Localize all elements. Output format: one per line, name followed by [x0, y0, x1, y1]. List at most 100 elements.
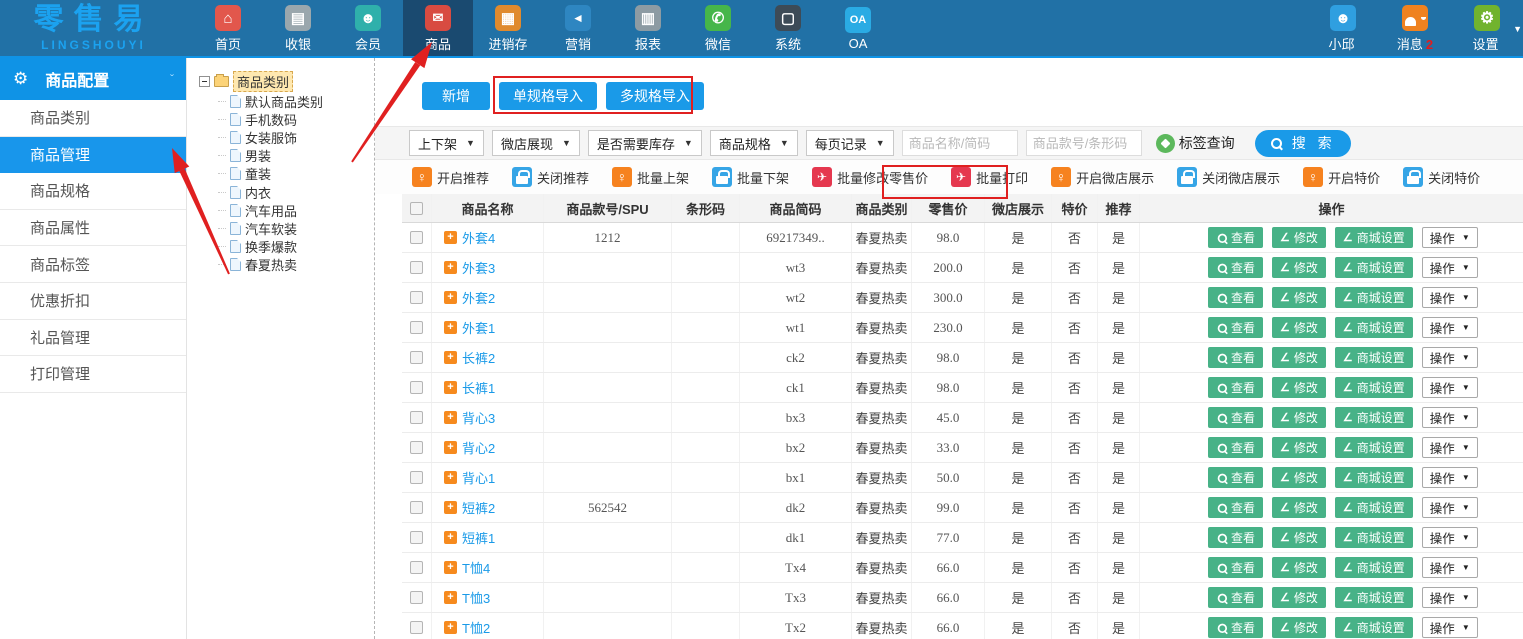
product-name-link[interactable]: 短裤2: [462, 498, 495, 517]
product-name-link[interactable]: 长裤1: [462, 378, 495, 397]
search-button[interactable]: 搜 索: [1255, 130, 1351, 157]
edit-button[interactable]: ∠修改: [1272, 347, 1326, 368]
mall-settings-button[interactable]: ∠商城设置: [1335, 257, 1413, 278]
product-name-link[interactable]: 背心3: [462, 408, 495, 427]
nav-item[interactable]: 报表: [613, 0, 683, 58]
view-button[interactable]: 查看: [1208, 467, 1263, 488]
logo[interactable]: 零售易 LINGSHOUYI: [0, 0, 187, 58]
tree-category-item[interactable]: 男装: [218, 147, 374, 165]
row-checkbox[interactable]: [410, 621, 423, 634]
nav-item[interactable]: OA: [823, 0, 893, 58]
nav-item[interactable]: 营销: [543, 0, 613, 58]
row-checkbox[interactable]: [410, 261, 423, 274]
expand-row-icon[interactable]: [444, 591, 457, 604]
primary-action-button[interactable]: 单规格导入: [499, 82, 597, 110]
mall-settings-button[interactable]: ∠商城设置: [1335, 587, 1413, 608]
mall-settings-button[interactable]: ∠商城设置: [1335, 317, 1413, 338]
row-checkbox[interactable]: [410, 291, 423, 304]
edit-button[interactable]: ∠修改: [1272, 257, 1326, 278]
expand-row-icon[interactable]: [444, 441, 457, 454]
row-checkbox[interactable]: [410, 471, 423, 484]
row-operations-dropdown[interactable]: 操作▼: [1422, 587, 1478, 608]
row-operations-dropdown[interactable]: 操作▼: [1422, 287, 1478, 308]
edit-button[interactable]: ∠修改: [1272, 557, 1326, 578]
row-operations-dropdown[interactable]: 操作▼: [1422, 347, 1478, 368]
view-button[interactable]: 查看: [1208, 407, 1263, 428]
product-name-link[interactable]: 背心2: [462, 438, 495, 457]
sidebar-header[interactable]: ⚙ 商品配置 ˇ: [0, 58, 186, 100]
tree-category-item[interactable]: 汽车软装: [218, 219, 374, 237]
nav-item[interactable]: 商品: [403, 0, 473, 58]
tree-category-item[interactable]: 换季爆款: [218, 238, 374, 256]
row-checkbox[interactable]: [410, 531, 423, 544]
tag-query-button[interactable]: 标签查询: [1156, 133, 1235, 153]
tree-root-label[interactable]: 商品类别: [233, 71, 293, 92]
expand-row-icon[interactable]: [444, 561, 457, 574]
view-button[interactable]: 查看: [1208, 437, 1263, 458]
edit-button[interactable]: ∠修改: [1272, 317, 1326, 338]
row-operations-dropdown[interactable]: 操作▼: [1422, 467, 1478, 488]
view-button[interactable]: 查看: [1208, 617, 1263, 638]
mall-settings-button[interactable]: ∠商城设置: [1335, 437, 1413, 458]
row-checkbox[interactable]: [410, 561, 423, 574]
product-name-link[interactable]: 背心1: [462, 468, 495, 487]
sidebar-menu-item[interactable]: 商品管理: [0, 137, 186, 174]
mall-settings-button[interactable]: ∠商城设置: [1335, 287, 1413, 308]
mall-settings-button[interactable]: ∠商城设置: [1335, 527, 1413, 548]
row-operations-dropdown[interactable]: 操作▼: [1422, 317, 1478, 338]
sidebar-menu-item[interactable]: 商品属性: [0, 210, 186, 247]
row-checkbox[interactable]: [410, 321, 423, 334]
row-checkbox[interactable]: [410, 411, 423, 424]
expand-row-icon[interactable]: [444, 321, 457, 334]
sidebar-menu-item[interactable]: 礼品管理: [0, 320, 186, 357]
batch-action[interactable]: 关闭特价: [1400, 165, 1483, 189]
sidebar-menu-item[interactable]: 商品规格: [0, 173, 186, 210]
mall-settings-button[interactable]: ∠商城设置: [1335, 407, 1413, 428]
batch-action[interactable]: 批量上架: [609, 165, 692, 189]
row-checkbox[interactable]: [410, 501, 423, 514]
row-checkbox[interactable]: [410, 591, 423, 604]
row-operations-dropdown[interactable]: 操作▼: [1422, 437, 1478, 458]
mall-settings-button[interactable]: ∠商城设置: [1335, 467, 1413, 488]
edit-button[interactable]: ∠修改: [1272, 467, 1326, 488]
product-name-link[interactable]: T恤2: [462, 618, 490, 637]
expand-row-icon[interactable]: [444, 381, 457, 394]
row-checkbox[interactable]: [410, 351, 423, 364]
product-name-link[interactable]: 短裤1: [462, 528, 495, 547]
product-code-input[interactable]: [1026, 130, 1142, 156]
edit-button[interactable]: ∠修改: [1272, 497, 1326, 518]
nav-item[interactable]: 系统: [753, 0, 823, 58]
primary-action-button[interactable]: 多规格导入: [606, 82, 704, 110]
row-operations-dropdown[interactable]: 操作▼: [1422, 497, 1478, 518]
view-button[interactable]: 查看: [1208, 587, 1263, 608]
user-menu-item[interactable]: 消息2: [1393, 0, 1437, 58]
tree-category-item[interactable]: 内衣: [218, 183, 374, 201]
nav-item[interactable]: 微信: [683, 0, 753, 58]
row-operations-dropdown[interactable]: 操作▼: [1422, 617, 1478, 638]
nav-item[interactable]: 进销存: [473, 0, 543, 58]
view-button[interactable]: 查看: [1208, 497, 1263, 518]
edit-button[interactable]: ∠修改: [1272, 527, 1326, 548]
mall-settings-button[interactable]: ∠商城设置: [1335, 617, 1413, 638]
product-name-link[interactable]: 外套1: [462, 318, 495, 337]
mall-settings-button[interactable]: ∠商城设置: [1335, 377, 1413, 398]
product-name-input[interactable]: [902, 130, 1018, 156]
row-operations-dropdown[interactable]: 操作▼: [1422, 377, 1478, 398]
primary-action-button[interactable]: 新增: [422, 82, 490, 110]
edit-button[interactable]: ∠修改: [1272, 407, 1326, 428]
batch-action[interactable]: 开启特价: [1300, 165, 1383, 189]
edit-button[interactable]: ∠修改: [1272, 287, 1326, 308]
expand-row-icon[interactable]: [444, 471, 457, 484]
edit-button[interactable]: ∠修改: [1272, 587, 1326, 608]
filter-dropdown[interactable]: 上下架 ▼: [409, 130, 484, 156]
row-operations-dropdown[interactable]: 操作▼: [1422, 257, 1478, 278]
filter-dropdown[interactable]: 商品规格 ▼: [710, 130, 798, 156]
tree-category-item[interactable]: 女装服饰: [218, 128, 374, 146]
user-menu-item[interactable]: 小邱: [1321, 0, 1365, 58]
filter-dropdown[interactable]: 是否需要库存 ▼: [588, 130, 702, 156]
expand-row-icon[interactable]: [444, 351, 457, 364]
sidebar-menu-item[interactable]: 商品类别: [0, 100, 186, 137]
mall-settings-button[interactable]: ∠商城设置: [1335, 557, 1413, 578]
product-name-link[interactable]: T恤4: [462, 558, 490, 577]
filter-dropdown[interactable]: 微店展现 ▼: [492, 130, 580, 156]
